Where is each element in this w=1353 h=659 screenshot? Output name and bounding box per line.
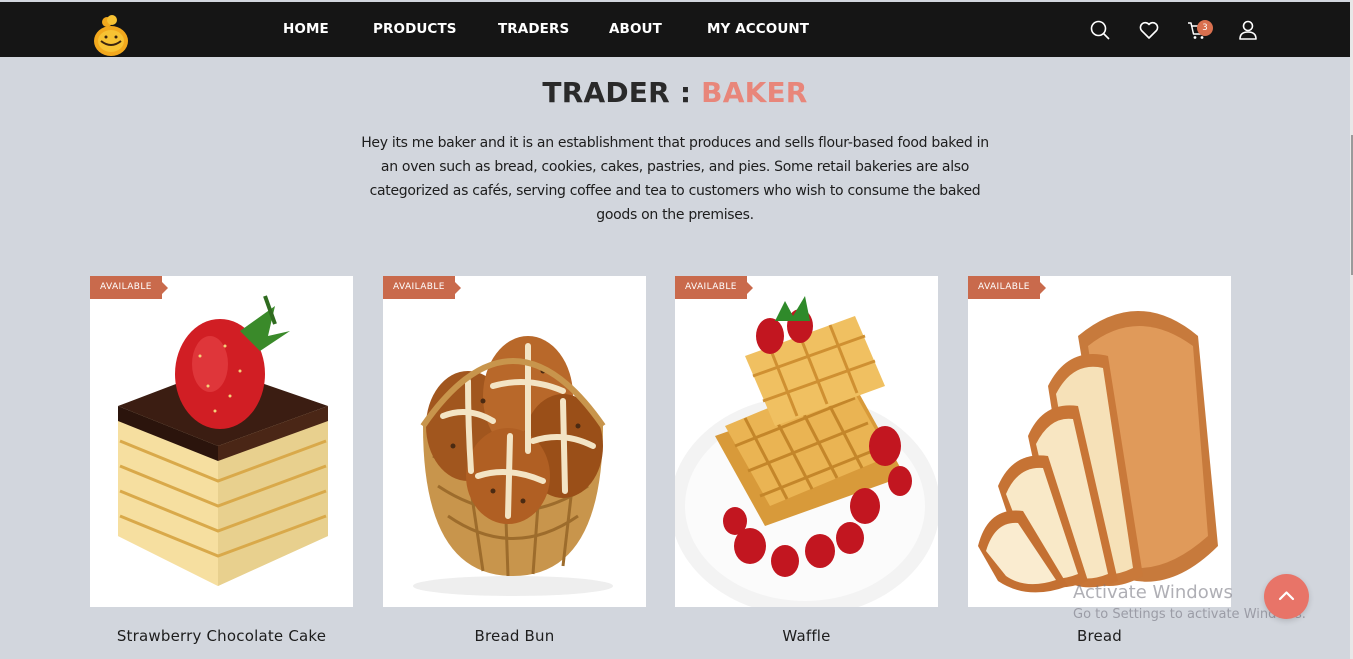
page-title: TRADER : BAKER xyxy=(0,76,1350,109)
nav-my-account[interactable]: MY ACCOUNT xyxy=(707,21,809,37)
waffle-image xyxy=(675,276,938,607)
availability-badge: AVAILABLE xyxy=(383,276,461,299)
chevron-up-icon xyxy=(1278,591,1295,601)
back-to-top-button[interactable] xyxy=(1264,574,1309,619)
product-card-bread[interactable]: AVAILABLE xyxy=(968,276,1231,607)
product-card-waffle[interactable]: AVAILABLE xyxy=(675,276,938,607)
bread-loaf-image xyxy=(968,276,1231,607)
availability-badge: AVAILABLE xyxy=(675,276,753,299)
product-title[interactable]: Bread xyxy=(968,627,1231,645)
trader-description: Hey its me baker and it is an establishm… xyxy=(361,135,989,223)
product-title[interactable]: Waffle xyxy=(675,627,938,645)
product-card-bread-bun[interactable]: AVAILABLE xyxy=(383,276,646,607)
cart-count-badge: 3 xyxy=(1197,20,1213,36)
user-icon[interactable] xyxy=(1237,19,1259,41)
title-trader-name: BAKER xyxy=(701,76,808,109)
product-title[interactable]: Bread Bun xyxy=(383,627,646,645)
top-navbar: HOME PRODUCTS TRADERS ABOUT MY ACCOUNT 3 xyxy=(0,0,1350,57)
bread-bun-image xyxy=(383,276,646,607)
nav-about[interactable]: ABOUT xyxy=(609,21,662,37)
availability-badge: AVAILABLE xyxy=(968,276,1046,299)
nav-home[interactable]: HOME xyxy=(283,21,329,37)
heart-icon[interactable] xyxy=(1138,19,1160,41)
nav-traders[interactable]: TRADERS xyxy=(498,21,569,37)
nav-products[interactable]: PRODUCTS xyxy=(373,21,457,37)
activation-watermark-title: Activate Windows xyxy=(1073,582,1233,603)
search-icon[interactable] xyxy=(1089,19,1111,41)
cake-image xyxy=(90,276,353,607)
bakery-logo[interactable] xyxy=(93,13,130,57)
product-title[interactable]: Strawberry Chocolate Cake xyxy=(90,627,353,645)
title-prefix: TRADER : xyxy=(542,76,702,109)
product-card-strawberry-chocolate-cake[interactable]: AVAILABLE xyxy=(90,276,353,607)
availability-badge: AVAILABLE xyxy=(90,276,168,299)
